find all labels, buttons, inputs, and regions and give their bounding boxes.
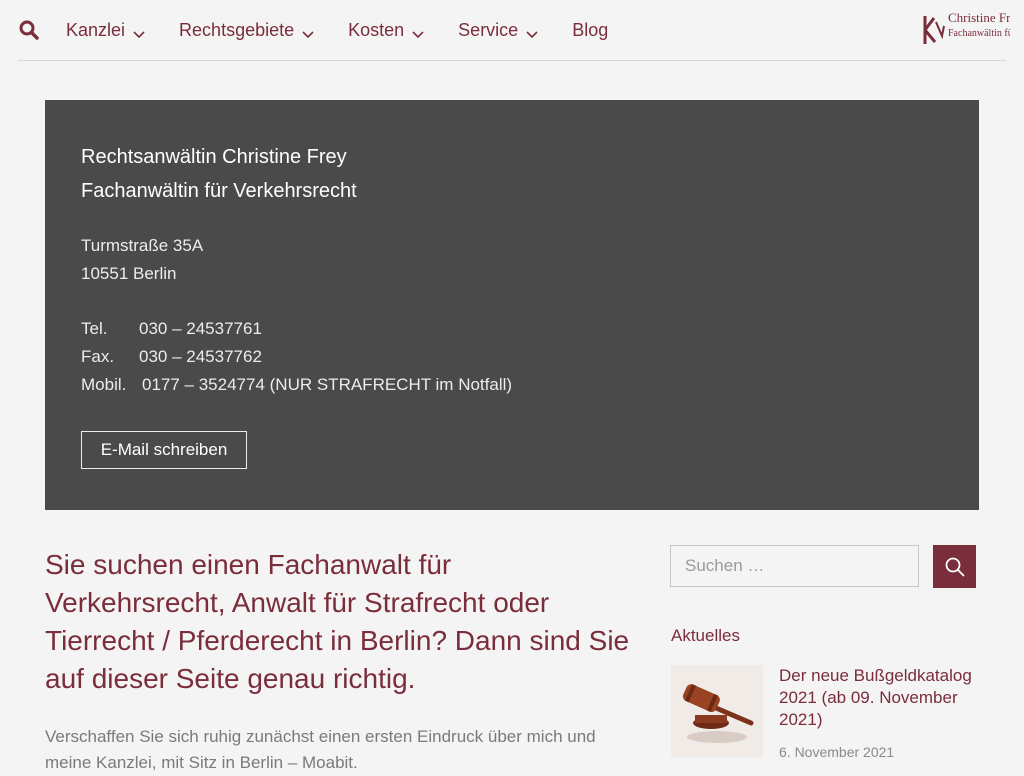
logo-text: Christine Frey <box>948 10 1010 25</box>
nav-item-label: Kanzlei <box>66 19 126 40</box>
phone-row: Tel. 030 – 24537761 <box>81 315 512 343</box>
search-icon <box>945 557 964 576</box>
sidebar-search <box>670 545 976 589</box>
nav-item-kosten[interactable]: Kosten <box>348 20 424 41</box>
nav-item-kanzlei[interactable]: Kanzlei <box>66 20 145 41</box>
page-heading: Sie suchen einen Fachanwalt für Verkehrs… <box>45 549 630 694</box>
mobile-number[interactable]: 0177 – 3524774 (NUR STRAFRECHT im Notfal… <box>142 371 512 399</box>
post-title-link[interactable]: Der neue Bußgeldkatalog 2021 (ab 09. Nov… <box>779 665 984 731</box>
intro-text: Verschaffen Sie sich ruhig zunächst eine… <box>45 727 596 772</box>
logo-subtext: Fachanwältin für <box>948 28 1010 39</box>
search-input[interactable] <box>670 545 919 587</box>
contact-hero: Rechtsanwältin Christine Frey Fachanwält… <box>45 100 979 510</box>
nav-item-service[interactable]: Service <box>458 20 538 41</box>
sidebar-section-title: Aktuelles <box>671 626 740 645</box>
nav-item-rechtsgebiete[interactable]: Rechtsgebiete <box>179 20 314 41</box>
site-logo[interactable]: Christine Frey Fachanwältin für <box>920 10 1010 48</box>
chevron-down-icon <box>133 24 145 39</box>
nav-item-label: Service <box>458 19 519 40</box>
phone-label: Tel. <box>81 319 108 338</box>
main-navigation: Kanzlei Rechtsgebiete Kosten Service Blo… <box>66 0 642 60</box>
chevron-down-icon <box>412 24 424 39</box>
post-date: 6. November 2021 <box>779 744 895 760</box>
nav-item-label: Rechtsgebiete <box>179 19 295 40</box>
nav-item-blog[interactable]: Blog <box>572 20 608 41</box>
email-button[interactable]: E-Mail schreiben <box>81 431 247 469</box>
fax-label: Fax. <box>81 347 115 366</box>
mobile-label: Mobil. <box>81 375 127 394</box>
address: Turmstraße 35A 10551 Berlin <box>81 232 203 288</box>
fax-row: Fax. 030 – 24537762 <box>81 343 512 371</box>
nav-item-label: Kosten <box>348 19 405 40</box>
lawyer-specialty: Fachanwältin für Verkehrsrecht <box>81 180 357 202</box>
search-icon[interactable] <box>19 20 39 40</box>
logo-mark-icon <box>923 16 945 44</box>
address-street: Turmstraße 35A <box>81 236 204 255</box>
lawyer-name: Rechtsanwältin Christine Frey <box>81 146 347 168</box>
header-divider <box>18 60 1006 61</box>
hero-name: Rechtsanwältin Christine Frey Fachanwält… <box>81 140 357 208</box>
contact-numbers: Tel. 030 – 24537761 Fax. 030 – 24537762 … <box>81 315 512 399</box>
mobile-row: Mobil. 0177 – 3524774 (NUR STRAFRECHT im… <box>81 371 512 399</box>
site-header: Kanzlei Rechtsgebiete Kosten Service Blo… <box>0 0 1024 60</box>
fax-number: 030 – 24537762 <box>139 347 262 366</box>
gavel-image <box>671 665 763 757</box>
phone-number[interactable]: 030 – 24537761 <box>139 315 262 343</box>
search-submit-button[interactable] <box>933 545 976 588</box>
chevron-down-icon <box>526 24 538 39</box>
chevron-down-icon <box>302 24 314 39</box>
address-city: 10551 Berlin <box>81 264 177 283</box>
nav-item-label: Blog <box>572 19 609 40</box>
post-thumbnail[interactable] <box>671 665 763 757</box>
